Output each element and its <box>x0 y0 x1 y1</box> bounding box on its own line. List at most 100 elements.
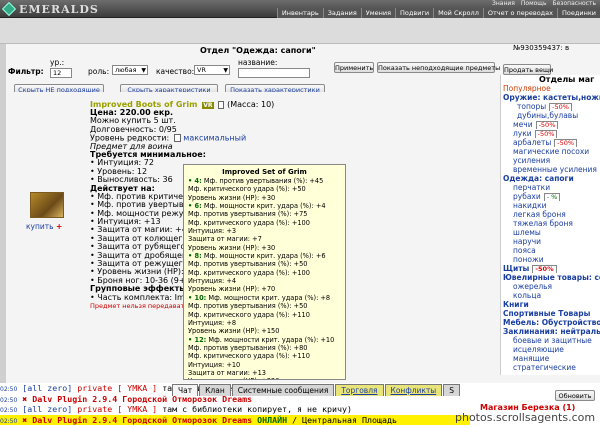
tab-system-messages[interactable]: Системные сообщения <box>231 384 335 396</box>
department-item[interactable]: Щиты -50% <box>501 264 600 273</box>
department-item[interactable]: топоры -50% <box>501 102 600 111</box>
private-label[interactable]: private <box>77 404 112 414</box>
department-item-label: поножи <box>513 255 544 264</box>
department-item[interactable]: рубахи - % <box>501 192 600 201</box>
tooltip-set-count: • 10: <box>188 293 207 302</box>
department-item[interactable]: легкая броня <box>501 210 600 219</box>
department-item[interactable]: наручи <box>501 237 600 246</box>
nav-inventory[interactable]: Инвентарь <box>276 8 323 18</box>
tooltip-lines: • 4: Мф. против увертывания (%): +45 Мф. … <box>188 177 341 379</box>
department-item[interactable]: ожерелья <box>501 282 600 291</box>
tooltip-line-text: Мф. против увертывания (%): +80 <box>188 343 308 352</box>
tooltip-line-text: Мф. критического удара (%): +100 <box>188 268 310 277</box>
link-help[interactable]: Помощь <box>521 0 547 8</box>
department-item[interactable]: луки -50% <box>501 129 600 138</box>
tab-clan[interactable]: Клан <box>199 384 231 396</box>
department-item-label: кольца <box>513 291 542 300</box>
department-item-label: Одежда: сапоги <box>503 174 574 183</box>
department-item[interactable]: усиления <box>501 156 600 165</box>
boots-image[interactable] <box>30 192 64 218</box>
department-item[interactable]: Одежда: сапоги <box>501 174 600 183</box>
department-item[interactable]: дубины,булавы <box>501 111 600 120</box>
chat-timestamp: 02:50 <box>0 417 18 425</box>
nav-achievements[interactable]: Подвиги <box>395 8 434 18</box>
chat-timestamp: 02:50 <box>0 407 18 414</box>
nav-quests[interactable]: Задания <box>322 8 361 18</box>
close-icon[interactable]: ✖ <box>22 394 27 404</box>
department-item[interactable]: тяжелая броня <box>501 219 600 228</box>
private-label[interactable]: private <box>77 383 112 393</box>
link-knowledge[interactable]: Знания <box>492 0 515 8</box>
department-item[interactable]: кольца <box>501 291 600 300</box>
discount-badge: - % <box>543 193 561 201</box>
shop-departments-panel: Отделы маг Популярное Оружие: кастеты,нож… <box>500 75 600 375</box>
close-icon[interactable]: ✖ <box>22 415 27 425</box>
tooltip-line-text: Интуиция: +3 <box>188 227 237 236</box>
department-item[interactable]: Книги <box>501 300 600 309</box>
department-item[interactable]: магические посохи <box>501 147 600 156</box>
quality-label: качество: <box>156 67 195 76</box>
department-item[interactable]: мечи -50% <box>501 120 600 129</box>
department-item[interactable]: боевые и защитные <box>501 336 600 345</box>
nav-duels[interactable]: Поединки <box>557 8 600 18</box>
department-item[interactable]: шлемы <box>501 228 600 237</box>
chat-nick[interactable]: [all zero] <box>22 404 72 414</box>
quality-select[interactable]: VR ▼ <box>194 65 230 75</box>
item-mass: (Масса: 10) <box>227 100 275 109</box>
department-item-label: накидки <box>513 201 547 210</box>
top-navigation: Знания Помощь Безопасность Инвентарь Зад… <box>276 0 600 18</box>
sell-items-button[interactable]: Продать вещи <box>503 64 553 75</box>
quality-select-value: VR <box>197 66 206 74</box>
chat-recipient[interactable]: [ YMKA ] <box>117 404 157 414</box>
department-item[interactable]: Ювелирные товары: серьги <box>501 273 600 282</box>
department-item[interactable]: накидки <box>501 201 600 210</box>
department-item[interactable]: пояса <box>501 246 600 255</box>
department-item[interactable]: Заклинания: нейтральные <box>501 327 600 336</box>
department-item[interactable]: Популярное <box>501 84 600 93</box>
tooltip-line: • 10: Мф. мощности крит. удара (%): +8 <box>188 294 341 302</box>
game-logo[interactable]: EMERALDS <box>1 1 99 17</box>
tab-conflicts[interactable]: Конфликты <box>384 384 443 396</box>
nav-transfer-report[interactable]: Отчет о переводах <box>482 8 558 18</box>
tooltip-line: • 12: Мф. мощности крит. удара (%): +10 <box>188 336 341 344</box>
department-item[interactable]: временные усиления <box>501 165 600 174</box>
department-item-label: наручи <box>513 237 542 246</box>
chat-nick[interactable]: [all zero] <box>22 383 72 393</box>
department-item[interactable]: стратегические <box>501 363 600 372</box>
refresh-button[interactable]: Обновить <box>555 390 595 401</box>
link-security[interactable]: Безопасность <box>553 0 597 8</box>
tooltip-line-text: Мф. критического удара (%): +100 <box>188 218 310 227</box>
department-item-label: Популярное <box>503 84 551 93</box>
tooltip-line-text: Мф. критического удара (%): +110 <box>188 352 310 361</box>
buy-link[interactable]: купить + <box>26 222 62 231</box>
tab-trade[interactable]: Торговля <box>335 384 384 396</box>
tab-more[interactable]: S <box>443 384 460 396</box>
department-item-label: Книги <box>503 300 529 309</box>
department-item[interactable]: манящие <box>501 354 600 363</box>
department-item[interactable]: Оружие: кастеты,ножи <box>501 93 600 102</box>
tooltip-line: Мф. критического удара (%): +100 <box>188 269 341 277</box>
logo-text: EMERALDS <box>19 2 99 16</box>
chat-recipient[interactable]: [ YMKA ] <box>117 383 157 393</box>
tooltip-line-text: Мф. против увертывания (%): +75 <box>188 210 308 219</box>
department-item[interactable]: поножи <box>501 255 600 264</box>
document-icon[interactable] <box>218 100 225 109</box>
tooltip-line-text: Мф. мощности крит. удара (%): +4 <box>201 202 326 211</box>
department-item[interactable]: исцеляющие <box>501 345 600 354</box>
nav-skills[interactable]: Умения <box>360 8 396 18</box>
role-select-value: любая <box>115 66 137 74</box>
buy-label: купить <box>26 222 54 231</box>
level-input[interactable]: 12 <box>50 68 72 78</box>
tooltip-set-count: • 8: <box>188 252 202 261</box>
discount-badge: -50% <box>549 103 572 111</box>
department-item[interactable]: Мебель: Обустройство <box>501 318 600 327</box>
tab-chat[interactable]: Чат <box>172 384 199 396</box>
apply-filter-button[interactable]: Применить <box>334 62 374 73</box>
show-unsuitable-button[interactable]: Показать неподходящие предметы <box>377 62 500 73</box>
department-item[interactable]: перчатки <box>501 183 600 192</box>
role-select[interactable]: любая ▼ <box>112 65 148 75</box>
name-input[interactable] <box>238 68 310 78</box>
department-item[interactable]: арбалеты -50% <box>501 138 600 147</box>
department-item[interactable]: Спортивные Товары <box>501 309 600 318</box>
nav-my-scroll[interactable]: Мой Скролл <box>433 8 483 18</box>
